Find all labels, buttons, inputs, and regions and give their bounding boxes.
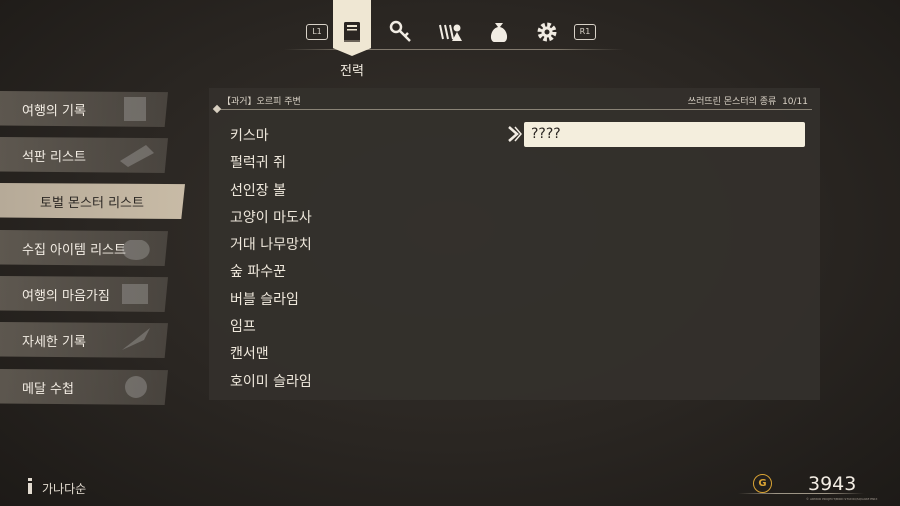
quill-icon (122, 328, 150, 350)
sidebar-item-label: 자세한 기록 (22, 335, 86, 350)
monster-item[interactable]: 임프 (230, 316, 312, 343)
monster-item[interactable]: 키스마 (230, 125, 312, 152)
party-icon[interactable] (435, 17, 465, 47)
sort-icon (28, 478, 32, 494)
monster-item[interactable]: 캔서맨 (230, 343, 312, 370)
monster-item[interactable]: 버블 슬라임 (230, 289, 312, 316)
selection-cursor-icon (508, 126, 522, 142)
monster-list-panel: 【과거】오르피 주변 쓰러뜨린 몬스터의 종류 10/11 키스마 펄럭귀 쥐 … (209, 88, 820, 400)
book-icon (124, 97, 146, 121)
sidebar-item-monster-list[interactable]: 토벌 몬스터 리스트 (0, 183, 185, 219)
gold-coin-icon: G (753, 474, 772, 493)
monster-list: 키스마 펄럭귀 쥐 선인장 볼 고양이 마도사 거대 나무망치 숲 파수꾼 버블… (230, 125, 312, 398)
monster-item[interactable]: 선인장 볼 (230, 180, 312, 207)
r1-button[interactable]: R1 (574, 24, 596, 40)
sidebar-item-travel-mindset[interactable]: 여행의 마음가짐 (0, 276, 168, 312)
defeated-count-label: 쓰러뜨린 몬스터의 종류 (687, 97, 777, 107)
sidebar-item-travel-log[interactable]: 여행의 기록 (0, 91, 168, 127)
active-tab-label: 전력 (340, 64, 364, 79)
monster-item[interactable]: 펄럭귀 쥐 (230, 152, 312, 179)
defeated-count: 쓰러뜨린 몬스터의 종류 10/11 (688, 94, 808, 107)
tab-bar-divider (284, 49, 624, 50)
sidebar-item-detailed-record[interactable]: 자세한 기록 (0, 322, 168, 358)
medal-icon (125, 376, 147, 398)
bag-icon (122, 240, 150, 260)
sidebar-item-medal-book[interactable]: 메달 수첩 (0, 369, 168, 405)
sort-order-label[interactable]: 가나다순 (42, 480, 86, 497)
l1-button[interactable]: L1 (306, 24, 328, 40)
sidebar-item-label: 여행의 마음가짐 (22, 289, 110, 304)
sidebar-item-label: 석판 리스트 (22, 150, 86, 165)
selected-monster-entry[interactable]: ???? (524, 122, 805, 147)
selected-monster-name: ???? (531, 126, 561, 142)
sidebar-item-label: 토벌 몬스터 리스트 (40, 196, 144, 211)
tablet-icon (120, 145, 154, 167)
battle-record-book-icon[interactable] (337, 17, 367, 47)
copyright-notice: © ARMOR PROJECT/BIRD STUDIO/SQUARE ENIX (806, 497, 878, 501)
sidebar-item-tablet-list[interactable]: 석판 리스트 (0, 137, 168, 173)
sidebar-item-label: 수집 아이템 리스트 (22, 243, 126, 258)
area-breadcrumb: 【과거】오르피 주변 (222, 97, 301, 107)
gold-amount: 3943 (808, 473, 857, 495)
sidebar-item-item-list[interactable]: 수집 아이템 리스트 (0, 230, 168, 266)
gear-icon[interactable] (532, 17, 562, 47)
monster-item[interactable]: 고양이 마도사 (230, 207, 312, 234)
monster-item[interactable]: 숲 파수꾼 (230, 261, 312, 288)
sidebar-item-label: 메달 수첩 (22, 382, 74, 397)
top-tab-bar: L1 전력 R1 (0, 0, 900, 80)
scroll-icon (122, 284, 148, 304)
sidebar-item-label: 여행의 기록 (22, 104, 86, 119)
key-icon[interactable] (386, 17, 416, 47)
defeated-count-value: 10/11 (782, 97, 808, 107)
bag-icon[interactable] (484, 17, 514, 47)
header-divider (217, 109, 812, 110)
monster-item[interactable]: 거대 나무망치 (230, 234, 312, 261)
monster-item[interactable]: 호이미 슬라임 (230, 371, 312, 398)
